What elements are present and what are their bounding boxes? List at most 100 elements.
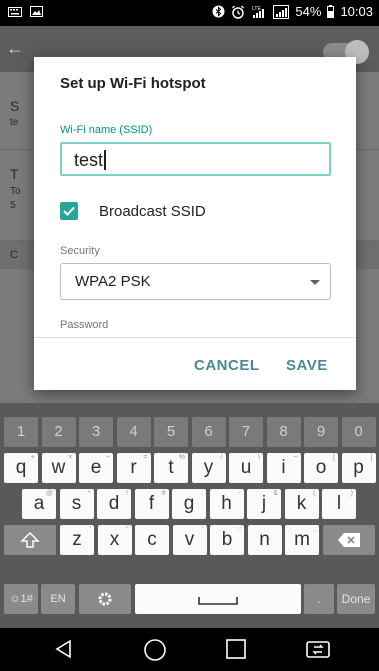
security-label: Security: [60, 245, 100, 257]
language-key-label: EN: [50, 593, 66, 605]
key-g[interactable]: g:: [172, 489, 206, 519]
dialog-title: Set up Wi-Fi hotspot: [60, 75, 206, 92]
key-s-hint: *: [87, 490, 91, 497]
security-value: WPA2 PSK: [75, 273, 151, 290]
home-icon[interactable]: [143, 638, 167, 662]
back-icon[interactable]: [53, 638, 75, 660]
key-y[interactable]: y /: [191, 453, 226, 483]
navigation-bar: [0, 628, 379, 671]
key-x-label: x: [109, 529, 120, 550]
key-w[interactable]: w ×: [41, 453, 76, 483]
key-d-label: d: [108, 493, 120, 514]
checkmark-icon: [63, 206, 75, 216]
key-m[interactable]: m,: [285, 525, 319, 555]
key-x-hint: ": [126, 526, 129, 533]
key-9[interactable]: 9: [304, 417, 338, 447]
key-i-label: i: [281, 457, 286, 478]
key-t[interactable]: t%: [154, 453, 188, 483]
key-q[interactable]: q +: [4, 453, 38, 483]
key-c[interactable]: c `: [135, 525, 169, 555]
done-key[interactable]: Done: [337, 584, 375, 614]
key-n[interactable]: n: [247, 525, 282, 555]
space-key[interactable]: [135, 584, 301, 614]
key-c-hint: `: [163, 526, 166, 533]
key-t-hint: %: [178, 454, 185, 461]
dual-window-icon[interactable]: [305, 638, 331, 660]
language-key[interactable]: EN: [41, 584, 75, 614]
key-8[interactable]: 8: [266, 417, 301, 447]
key-i[interactable]: i ~: [266, 453, 301, 483]
shift-key[interactable]: [4, 525, 56, 555]
key-h[interactable]: h-: [209, 489, 244, 519]
key-e-label: e: [90, 457, 102, 478]
key-r[interactable]: r =: [116, 453, 151, 483]
recent-apps-icon[interactable]: [225, 638, 247, 660]
key-1-label: 1: [16, 423, 26, 440]
save-button[interactable]: SAVE: [286, 357, 328, 374]
key-0[interactable]: 0: [341, 417, 376, 447]
symbols-key-label: ☺1#: [9, 593, 33, 605]
key-f-hint: #: [161, 490, 166, 497]
key-i-hint: ~: [293, 454, 298, 461]
key-7-label: 7: [241, 423, 251, 440]
ssid-input[interactable]: test: [60, 142, 331, 176]
key-4-label: 4: [129, 423, 138, 440]
key-g-label: g: [183, 493, 195, 514]
key-2[interactable]: 2: [41, 417, 76, 447]
key-x[interactable]: x ": [97, 525, 132, 555]
gear-icon: [98, 592, 112, 606]
key-1[interactable]: 1: [4, 417, 38, 447]
key-y-label: y: [203, 457, 214, 478]
key-k[interactable]: k(: [284, 489, 319, 519]
key-s[interactable]: s *: [59, 489, 94, 519]
symbols-key[interactable]: ☺1#: [4, 584, 38, 614]
key-7[interactable]: 7: [229, 417, 263, 447]
key-5[interactable]: 5: [154, 417, 188, 447]
backspace-key[interactable]: [323, 525, 375, 555]
key-o-hint: [: [333, 454, 335, 461]
key-d[interactable]: d!: [97, 489, 131, 519]
key-o-label: o: [315, 457, 327, 478]
key-n-label: n: [259, 529, 270, 550]
period-key-label: .: [317, 592, 321, 606]
key-p[interactable]: p]: [341, 453, 376, 483]
settings-key[interactable]: [79, 584, 131, 614]
lte-signal-icon: LTE: [252, 6, 265, 18]
key-l-hint: ): [350, 490, 353, 497]
key-4[interactable]: 4: [116, 417, 151, 447]
key-o[interactable]: o[: [304, 453, 338, 483]
back-arrow-icon: ←: [6, 38, 24, 58]
cancel-button[interactable]: CANCEL: [194, 357, 260, 374]
key-a[interactable]: a @: [22, 489, 56, 519]
key-6-label: 6: [204, 423, 213, 440]
battery-icon: [327, 5, 335, 18]
security-select[interactable]: WPA2 PSK: [60, 263, 331, 300]
key-f-label: f: [148, 493, 155, 514]
key-6[interactable]: 6: [191, 417, 226, 447]
key-v[interactable]: v ': [172, 525, 207, 555]
key-g-hint: :: [201, 490, 203, 497]
soft-keyboard: 1 2 3 4 5 6 7 8 9 0 q + w × e ÷ r = t% y / u \ i ~ o[p] a @ s * d! f # g:…: [0, 403, 379, 628]
key-u[interactable]: u \: [229, 453, 263, 483]
key-f[interactable]: f #: [134, 489, 169, 519]
key-a-hint: @: [45, 490, 53, 497]
key-b-hint: ;: [239, 526, 241, 533]
signal-icon: [273, 4, 290, 19]
screenshot-icon: [30, 6, 43, 17]
key-3[interactable]: 3: [79, 417, 113, 447]
key-b[interactable]: b;: [210, 525, 244, 555]
key-k-label: k: [296, 493, 307, 514]
key-z[interactable]: z ': [60, 525, 94, 555]
broadcast-ssid-label[interactable]: Broadcast SSID: [99, 203, 206, 220]
key-3-label: 3: [91, 423, 101, 440]
key-j[interactable]: j &: [247, 489, 281, 519]
key-l[interactable]: l): [322, 489, 356, 519]
key-j-hint: &: [273, 490, 278, 497]
period-key[interactable]: .: [304, 584, 334, 614]
broadcast-ssid-checkbox[interactable]: [60, 202, 78, 220]
key-e-hint: ÷: [106, 454, 110, 461]
key-z-hint: ': [89, 526, 91, 533]
key-9-label: 9: [316, 423, 326, 440]
status-bar: LTE 54% 10:03: [0, 0, 379, 26]
key-e[interactable]: e ÷: [79, 453, 113, 483]
